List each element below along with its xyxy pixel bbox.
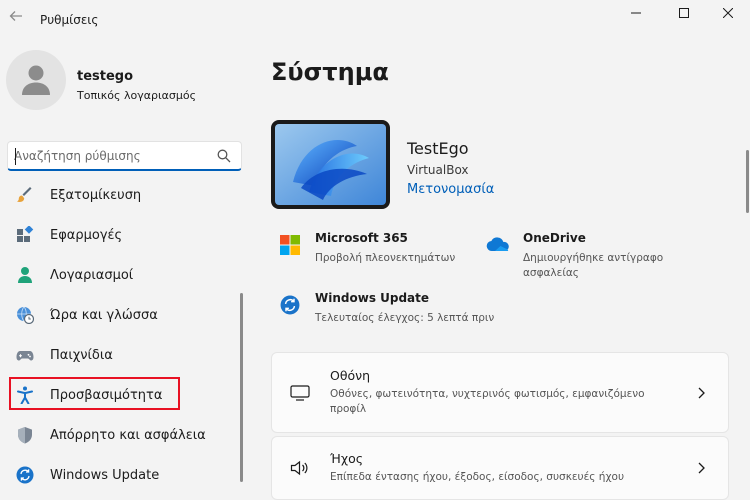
back-arrow-icon	[9, 11, 22, 21]
page-title: Σύστημα	[271, 58, 389, 86]
sidebar-item-apps[interactable]: Εφαρμογές	[4, 218, 236, 252]
card-title: Οθόνη	[330, 368, 371, 383]
tile-title: Microsoft 365	[315, 231, 408, 245]
sidebar-item-accounts[interactable]: Λογαριασμοί	[4, 258, 236, 292]
maximize-icon	[679, 8, 689, 18]
apps-icon	[15, 225, 35, 245]
avatar[interactable]	[6, 50, 66, 110]
tile-microsoft-365[interactable]: Microsoft 365 Προβολή πλεονεκτημάτων	[278, 231, 478, 266]
minimize-icon	[631, 12, 641, 14]
sidebar-item-windows-update[interactable]: Windows Update	[4, 458, 236, 492]
close-icon	[723, 8, 733, 18]
sidebar-item-label: Ώρα και γλώσσα	[50, 307, 158, 323]
sidebar-item-label: Παιχνίδια	[50, 347, 113, 363]
sidebar-item-label: Windows Update	[50, 467, 160, 483]
card-sound[interactable]: Ήχος Επίπεδα έντασης ήχου, έξοδος, είσοδ…	[271, 436, 729, 500]
chevron-right-icon	[698, 387, 705, 398]
sidebar-scrollbar[interactable]	[240, 293, 243, 482]
speaker-icon	[288, 456, 312, 480]
chevron-right-icon	[698, 462, 705, 474]
sidebar-item-privacy-security[interactable]: Απόρρητο και ασφάλεια	[4, 418, 236, 452]
sidebar-item-label: Εξατομίκευση	[50, 187, 142, 203]
search-icon[interactable]	[217, 149, 231, 163]
user-name: testego	[77, 69, 134, 84]
shield-icon	[15, 425, 35, 445]
maximize-button[interactable]	[662, 0, 706, 26]
update-icon	[278, 293, 302, 317]
app-title: Ρυθμίσεις	[40, 13, 99, 27]
search-box[interactable]	[7, 141, 242, 171]
main-scrollbar[interactable]	[746, 150, 749, 213]
gamepad-icon	[15, 345, 35, 365]
card-subtitle: Οθόνες, φωτεινότητα, νυχτερινός φωτισμός…	[330, 388, 645, 415]
device-thumbnail	[271, 120, 390, 209]
search-input[interactable]	[14, 147, 214, 165]
sidebar-item-gaming[interactable]: Παιχνίδια	[4, 338, 236, 372]
person-icon	[15, 265, 35, 285]
tile-windows-update[interactable]: Windows Update Τελευταίος έλεγχος: 5 λεπ…	[278, 291, 518, 326]
user-avatar-icon	[22, 65, 50, 95]
minimize-button[interactable]	[614, 0, 658, 26]
device-model: VirtualBox	[407, 163, 469, 177]
microsoft-logo-icon	[278, 233, 302, 257]
sidebar-item-label: Εφαρμογές	[50, 227, 123, 243]
windows-wallpaper-image	[275, 124, 386, 205]
onedrive-cloud-icon	[486, 233, 510, 257]
sidebar-item-time-language[interactable]: Ώρα και γλώσσα	[4, 298, 236, 332]
tile-subtitle: Προβολή πλεονεκτημάτων	[315, 252, 456, 264]
brush-icon	[15, 185, 35, 205]
monitor-icon	[288, 381, 312, 405]
clock-globe-icon	[15, 305, 35, 325]
update-icon	[15, 465, 35, 485]
sidebar-item-label: Απόρρητο και ασφάλεια	[50, 427, 206, 443]
sidebar-item-label: Λογαριασμοί	[50, 267, 134, 283]
back-button[interactable]	[4, 6, 28, 26]
card-subtitle: Επίπεδα έντασης ήχου, έξοδος, είσοδος, σ…	[330, 471, 625, 483]
tile-subtitle: Δημιουργήθηκε αντίγραφο ασφαλείας	[523, 252, 664, 279]
account-type: Τοπικός λογαριασμός	[77, 89, 197, 102]
sidebar-item-personalization[interactable]: Εξατομίκευση	[4, 178, 236, 212]
device-name: TestEgo	[407, 139, 469, 158]
rename-link[interactable]: Μετονομασία	[407, 182, 494, 197]
tile-title: OneDrive	[523, 231, 586, 245]
tile-onedrive[interactable]: OneDrive Δημιουργήθηκε αντίγραφο ασφαλεί…	[486, 231, 696, 281]
card-title: Ήχος	[330, 451, 364, 466]
tile-subtitle: Τελευταίος έλεγχος: 5 λεπτά πριν	[315, 312, 495, 324]
card-display[interactable]: Οθόνη Οθόνες, φωτεινότητα, νυχτερινός φω…	[271, 352, 729, 433]
text-caret	[15, 148, 16, 165]
highlight-box	[9, 377, 180, 410]
close-button[interactable]	[706, 0, 750, 26]
tile-title: Windows Update	[315, 291, 430, 305]
